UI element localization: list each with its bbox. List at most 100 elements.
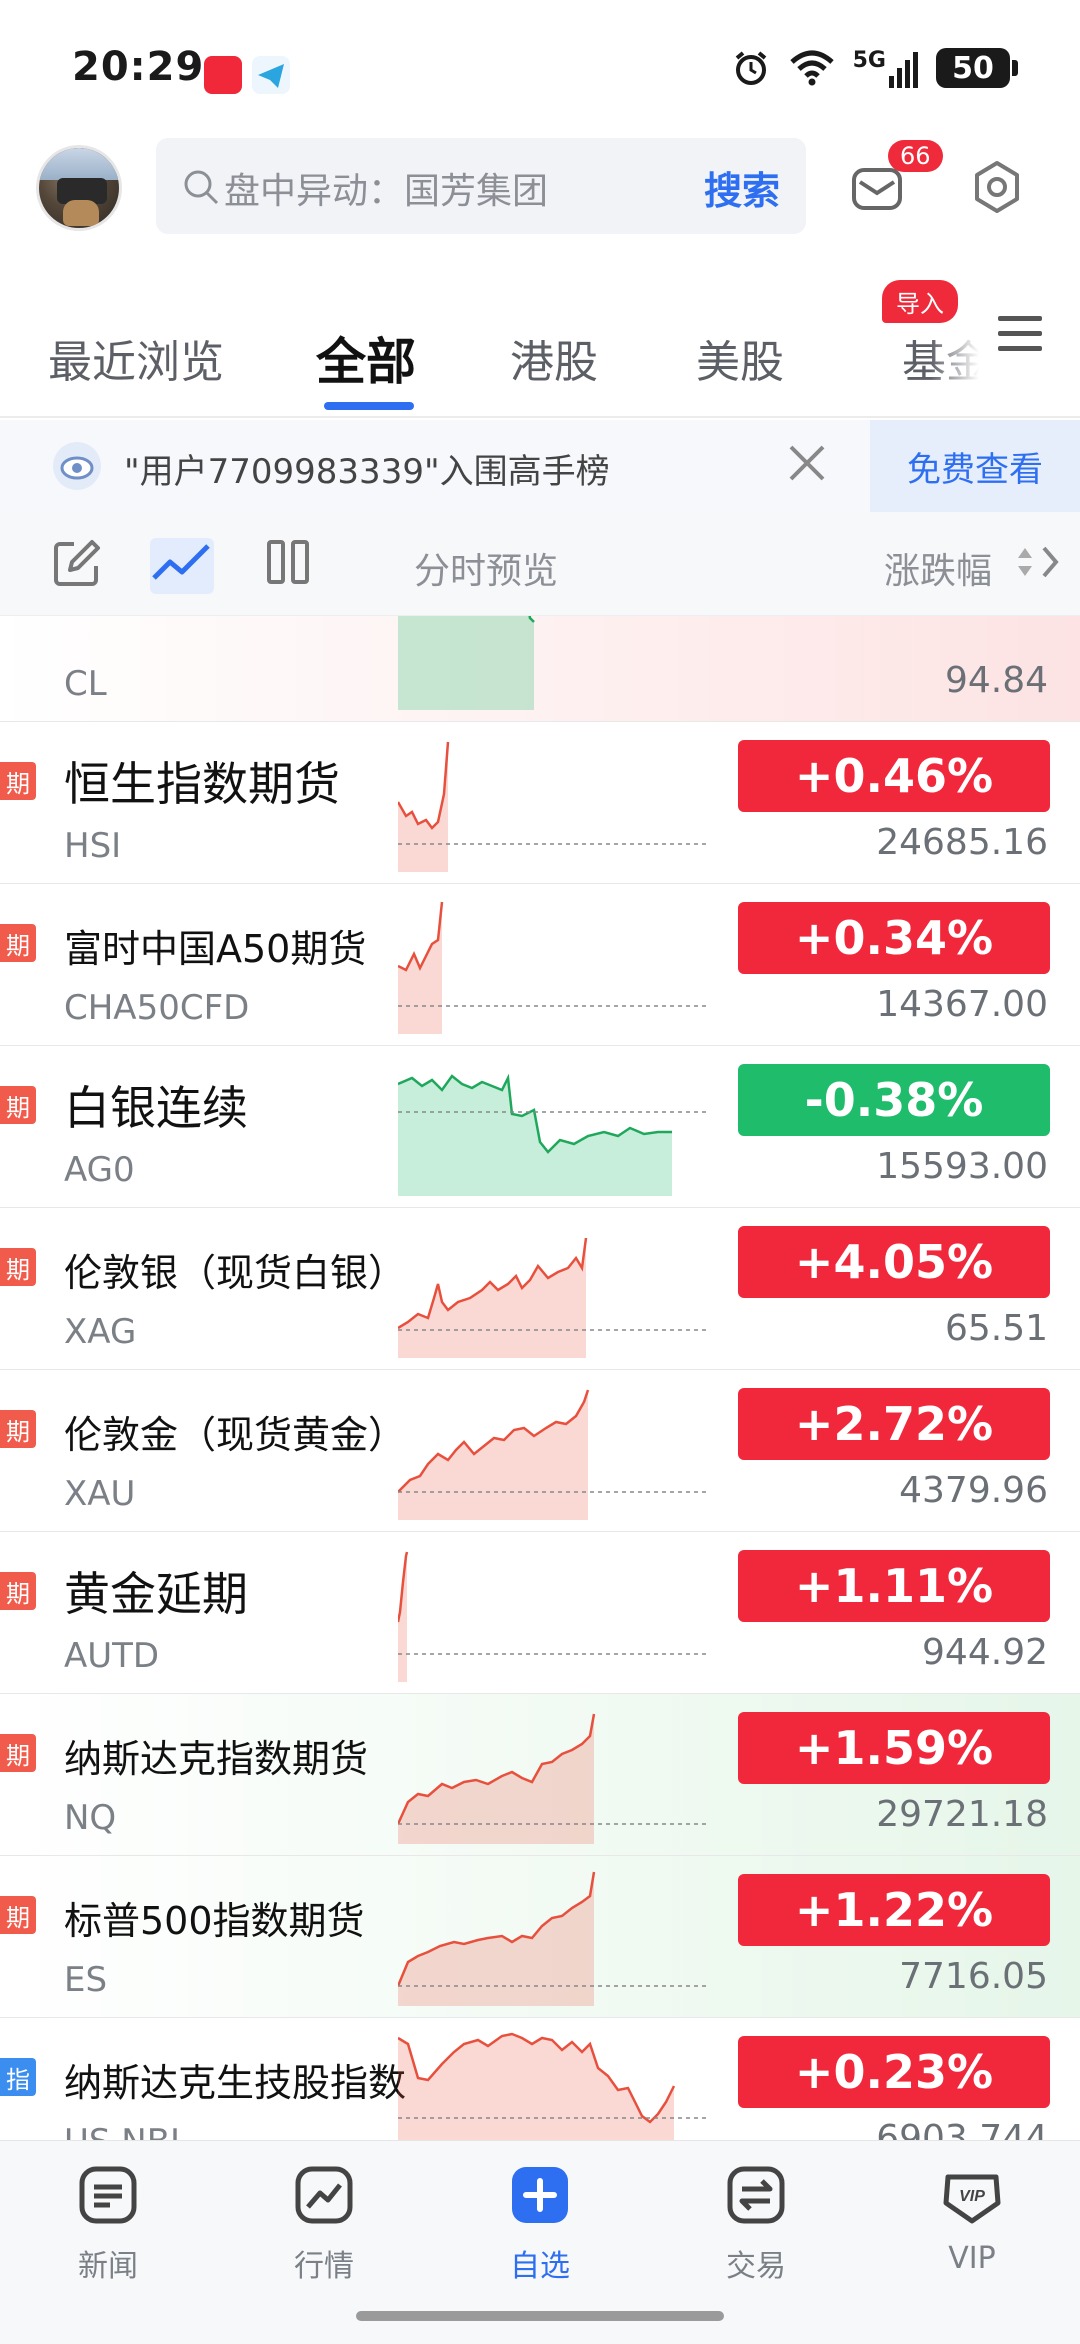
tab-recent[interactable]: 最近浏览 — [48, 326, 224, 390]
instrument-name: 标普500指数期货 — [64, 1899, 365, 1943]
watchlist-row[interactable]: 期白银连续 AG0 -0.38% 15593.00 — [0, 1046, 1080, 1208]
active-tab-indicator — [324, 402, 414, 410]
search-placeholder: 盘中异动：国芳集团 — [224, 171, 549, 212]
asset-type-badge: 期 — [0, 1248, 36, 1286]
change-percent-badge[interactable]: -0.38% — [738, 1064, 1050, 1136]
xiaohongshu-notification-icon — [204, 56, 242, 94]
search-bar[interactable]: 盘中异动：国芳集团 搜索 — [156, 138, 806, 234]
watchlist-row[interactable]: 期纳斯达克指数期货 NQ +1.59% 29721.18 — [0, 1694, 1080, 1856]
sort-arrows-icon[interactable] — [1014, 542, 1064, 582]
change-percent-badge[interactable]: +4.05% — [738, 1226, 1050, 1298]
nav-vip[interactable]: VIP VIP — [902, 2163, 1042, 2276]
last-price: 94.84 — [944, 660, 1048, 701]
tab-hk-stocks[interactable]: 港股 — [510, 326, 598, 390]
watchlist-row[interactable]: 期恒生指数期货 HSI +0.46% 24685.16 — [0, 722, 1080, 884]
instrument-code: XAG — [64, 1312, 137, 1352]
intraday-sparkline — [398, 616, 535, 710]
watchlist: CL 94.84 期恒生指数期货 HSI +0.46% 24685.16 期富时中国A50期… — [0, 616, 1080, 2140]
chart-view-icon[interactable] — [150, 538, 214, 594]
svg-text:VIP: VIP — [959, 2188, 985, 2205]
list-toolbar: 分时预览 涨跌幅 — [0, 512, 1080, 616]
sort-change-button[interactable]: 涨跌幅 — [884, 542, 992, 594]
watchlist-row[interactable]: CL 94.84 — [0, 616, 1080, 722]
instrument-code: ES — [64, 1960, 108, 2000]
intraday-sparkline — [398, 1073, 708, 1196]
search-button[interactable]: 搜索 — [704, 160, 780, 215]
intraday-sparkline — [398, 1551, 708, 1682]
watchlist-row[interactable]: 期伦敦金（现货黄金） XAU +2.72% 4379.96 — [0, 1370, 1080, 1532]
edit-icon[interactable] — [52, 538, 102, 588]
last-price: 6903.744 — [876, 2118, 1048, 2140]
instrument-name: 白银连续 — [64, 1081, 248, 1135]
intraday-sparkline — [398, 1237, 708, 1358]
asset-type-badge: 期 — [0, 1896, 36, 1934]
free-view-button[interactable]: 免费查看 — [870, 420, 1080, 512]
tab-menu-button[interactable] — [996, 314, 1044, 358]
instrument-code: CHA50CFD — [64, 988, 250, 1028]
close-icon[interactable] — [786, 442, 828, 484]
instrument-code: AG0 — [64, 1150, 135, 1190]
intraday-sparkline — [398, 1871, 708, 2006]
hamburger-menu-icon — [998, 316, 1042, 351]
last-price: 29721.18 — [876, 1794, 1048, 1835]
instrument-name: 恒生指数期货 — [64, 757, 340, 811]
asset-type-badge: 期 — [0, 762, 36, 800]
watchlist-row[interactable]: 指纳斯达克生技股指数 US.NBI +0.23% 6903.744 — [0, 2018, 1080, 2140]
system-icons: 5G 50 — [731, 48, 1018, 88]
change-percent-badge[interactable]: +0.46% — [738, 740, 1050, 812]
mail-unread-badge: 66 — [888, 140, 943, 172]
change-percent-badge[interactable]: +1.59% — [738, 1712, 1050, 1784]
last-price: 15593.00 — [876, 1146, 1048, 1187]
instrument-code: XAU — [64, 1474, 136, 1514]
nav-market[interactable]: 行情 — [254, 2163, 394, 2285]
instrument-code: HSI — [64, 826, 122, 866]
watchlist-icon — [512, 2167, 568, 2223]
status-bar: 20:29 5G 50 — [0, 0, 1080, 130]
last-price: 14367.00 — [876, 984, 1048, 1025]
change-percent-badge[interactable]: +0.34% — [738, 902, 1050, 974]
nav-watchlist[interactable]: 自选 — [470, 2163, 610, 2285]
intraday-sparkline — [398, 1713, 708, 1844]
instrument-code: US.NBI — [64, 2122, 180, 2140]
intraday-sparkline — [398, 901, 708, 1034]
instrument-name: 富时中国A50期货 — [64, 927, 367, 971]
instrument-name: 纳斯达克指数期货 — [64, 1737, 369, 1781]
change-percent-badge[interactable]: +1.22% — [738, 1874, 1050, 1946]
battery-icon: 50 — [936, 48, 1018, 88]
watchlist-row[interactable]: 期标普500指数期货 ES +1.22% 7716.05 — [0, 1856, 1080, 2018]
notice-banner: "用户7709983339"入围高手榜 免费查看 — [0, 420, 1080, 512]
nav-trade[interactable]: 交易 — [686, 2163, 826, 2285]
instrument-name: 纳斯达克生技股指数 — [64, 2061, 407, 2105]
watchlist-row[interactable]: 期富时中国A50期货 CHA50CFD +0.34% 14367.00 — [0, 884, 1080, 1046]
wifi-icon — [789, 50, 834, 86]
trade-icon — [727, 2166, 785, 2224]
watchlist-row[interactable]: 期伦敦银（现货白银） XAG +4.05% 65.51 — [0, 1208, 1080, 1370]
last-price: 944.92 — [922, 1632, 1048, 1673]
last-price: 65.51 — [944, 1308, 1048, 1349]
change-percent-badge[interactable]: +2.72% — [738, 1388, 1050, 1460]
instrument-name: 伦敦银（现货白银） — [64, 1251, 407, 1295]
instrument-code: CL — [64, 664, 107, 704]
tab-us-stocks[interactable]: 美股 — [696, 326, 784, 390]
telegram-notification-icon — [252, 56, 290, 94]
asset-type-badge: 指 — [0, 2058, 36, 2096]
settings-icon — [975, 161, 1019, 213]
change-percent-badge[interactable]: +0.23% — [738, 2036, 1050, 2108]
news-icon — [79, 2166, 137, 2224]
settings-button[interactable] — [970, 160, 1024, 218]
intraday-preview-label: 分时预览 — [414, 551, 559, 592]
notice-text: "用户7709983339"入围高手榜 — [124, 452, 610, 492]
intraday-sparkline — [398, 741, 708, 872]
import-badge[interactable]: 导入 — [882, 280, 958, 323]
asset-type-badge: 期 — [0, 924, 36, 962]
tab-all[interactable]: 全部 — [316, 322, 416, 394]
last-price: 4379.96 — [899, 1470, 1048, 1511]
column-view-icon[interactable] — [266, 538, 310, 586]
avatar[interactable] — [36, 145, 122, 231]
nav-news[interactable]: 新闻 — [38, 2163, 178, 2285]
instrument-code: AUTD — [64, 1636, 160, 1676]
change-percent-badge[interactable]: +1.11% — [738, 1550, 1050, 1622]
watchlist-row[interactable]: 期黄金延期 AUTD +1.11% 944.92 — [0, 1532, 1080, 1694]
messages-button[interactable]: 66 — [850, 140, 943, 218]
cellular-signal-icon: 5G — [853, 48, 918, 88]
